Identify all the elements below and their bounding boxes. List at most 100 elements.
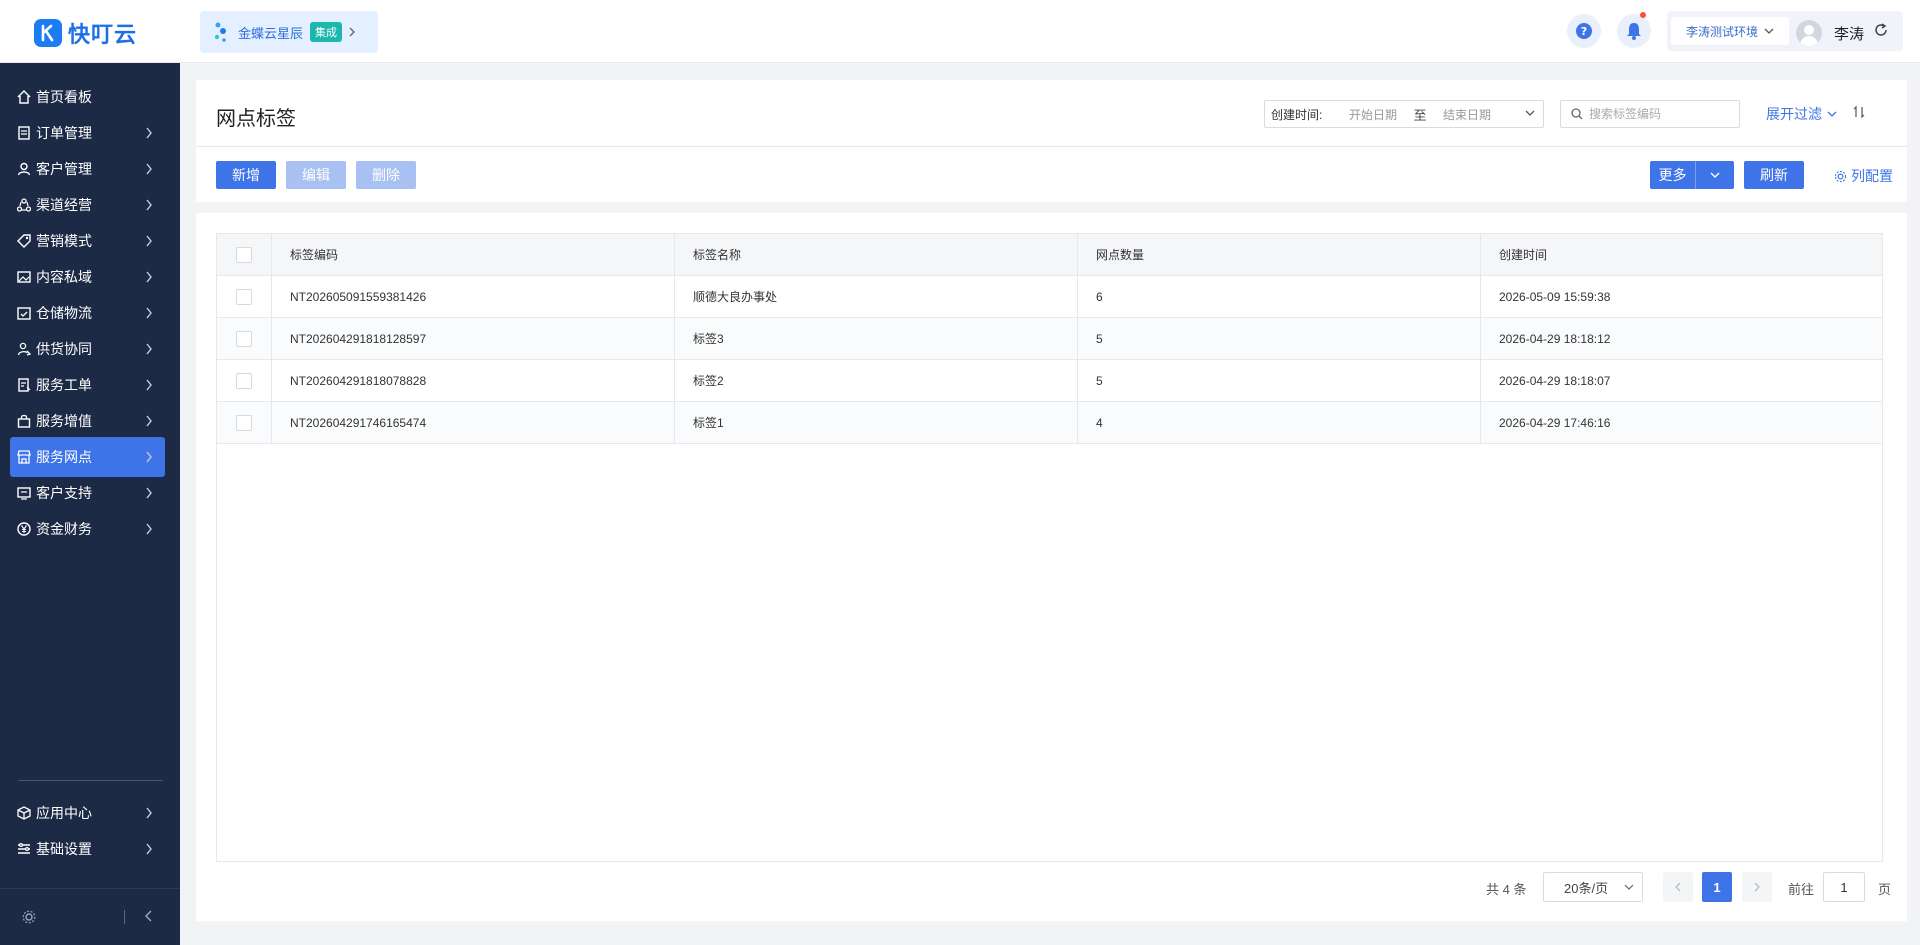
help-button[interactable]: ? bbox=[1567, 14, 1601, 48]
partner-integration-button[interactable]: 金蝶云星辰 集成 bbox=[200, 11, 378, 53]
supply-icon bbox=[17, 342, 31, 356]
chevron-right-icon bbox=[145, 306, 153, 322]
end-date-field[interactable]: 结束日期 bbox=[1429, 106, 1509, 123]
row-checkbox[interactable] bbox=[236, 414, 252, 431]
chevron-right-icon bbox=[145, 806, 153, 822]
created-time-cell: 2026-04-29 17:46:16 bbox=[1499, 415, 1611, 430]
prev-page-button[interactable] bbox=[1663, 872, 1693, 902]
delete-button[interactable]: 删除 bbox=[356, 161, 416, 189]
notification-button[interactable] bbox=[1617, 12, 1651, 48]
bell-icon bbox=[1627, 23, 1641, 40]
user-area: 李涛测试环境 李涛 bbox=[1667, 11, 1903, 51]
sidebar-item-warehouse[interactable]: 仓储物流 bbox=[10, 293, 165, 333]
sidebar-item-bag[interactable]: 服务增值 bbox=[10, 401, 165, 441]
refresh-icon[interactable] bbox=[1873, 22, 1889, 38]
chevron-right-icon bbox=[145, 198, 153, 214]
row-checkbox[interactable] bbox=[236, 288, 252, 305]
chevron-right-icon bbox=[145, 450, 153, 466]
table-row[interactable]: NT202604291818128597 标签3 5 2026-04-29 18:18… bbox=[217, 318, 1882, 360]
column-header[interactable]: 标签名称 bbox=[675, 234, 1078, 275]
sidebar-item-workorder[interactable]: 服务工单 bbox=[10, 365, 165, 405]
settings-gear-icon[interactable] bbox=[22, 910, 36, 924]
chevron-down-icon[interactable] bbox=[1696, 161, 1734, 189]
sidebar-item-label: 应用中心 bbox=[36, 805, 92, 821]
table-row[interactable]: NT202604291746165474 标签1 4 2026-04-29 17:46… bbox=[217, 402, 1882, 444]
sidebar-item-label: 服务工单 bbox=[36, 377, 92, 393]
search-icon bbox=[1571, 108, 1583, 120]
column-config-button[interactable]: 列配置 bbox=[1834, 166, 1893, 186]
sidebar-item-customer[interactable]: 客户管理 bbox=[10, 149, 165, 189]
start-date-field[interactable]: 开始日期 bbox=[1341, 106, 1411, 123]
chevron-down-icon bbox=[1827, 111, 1837, 117]
sidebar-item-home[interactable]: 首页看板 bbox=[10, 77, 165, 117]
expand-filter-button[interactable]: 展开过滤 bbox=[1766, 104, 1838, 124]
search-input[interactable] bbox=[1589, 107, 1729, 121]
row-checkbox[interactable] bbox=[236, 372, 252, 389]
table-row[interactable]: NT202605091559381426 顺德大良办事处 6 2026-05-09 1… bbox=[217, 276, 1882, 318]
data-table: 标签编码 标签名称 网点数量 创建时间 NT202605091559381426… bbox=[216, 233, 1883, 862]
chevron-down-icon bbox=[1624, 884, 1634, 890]
goto-page-input[interactable] bbox=[1823, 872, 1865, 902]
support-icon bbox=[17, 486, 31, 500]
sidebar-item-channel[interactable]: 渠道经营 bbox=[10, 185, 165, 225]
sort-icon[interactable] bbox=[1852, 105, 1866, 119]
created-date-range[interactable]: 创建时间: 开始日期 至 结束日期 bbox=[1264, 100, 1544, 128]
tag-code-cell: NT202604291818128597 bbox=[272, 318, 675, 359]
app-logo[interactable]: 快叮云 bbox=[34, 17, 137, 49]
collapse-sidebar-icon[interactable] bbox=[144, 909, 154, 923]
row-checkbox-cell bbox=[217, 402, 272, 443]
next-page-button[interactable] bbox=[1742, 872, 1772, 902]
env-select[interactable]: 李涛测试环境 bbox=[1671, 17, 1789, 45]
sidebar-item-label: 内容私域 bbox=[36, 269, 92, 285]
row-checkbox[interactable] bbox=[236, 330, 252, 347]
more-dropdown-button[interactable]: 更多 bbox=[1650, 161, 1734, 189]
logo-icon bbox=[34, 19, 62, 47]
column-header[interactable]: 网点数量 bbox=[1078, 234, 1481, 275]
home-icon bbox=[17, 90, 31, 104]
cube-icon bbox=[17, 806, 31, 820]
total-count: 共 4 条 bbox=[1486, 882, 1527, 897]
sidebar-item-image[interactable]: 内容私域 bbox=[10, 257, 165, 297]
page-size-value: 20条/页 bbox=[1564, 880, 1609, 896]
workorder-icon bbox=[17, 378, 31, 392]
channel-icon bbox=[17, 198, 31, 212]
page-number-button[interactable]: 1 bbox=[1702, 872, 1732, 902]
chevron-down-icon bbox=[1764, 28, 1774, 34]
image-icon bbox=[17, 270, 31, 284]
add-button[interactable]: 新增 bbox=[216, 161, 276, 189]
row-checkbox-cell bbox=[217, 360, 272, 401]
page-size-select[interactable]: 20条/页 bbox=[1543, 872, 1643, 902]
table-header-row: 标签编码 标签名称 网点数量 创建时间 bbox=[217, 234, 1882, 276]
header-checkbox-cell bbox=[217, 234, 272, 275]
tag-code-cell: NT202604291746165474 bbox=[272, 402, 675, 443]
tag-name-cell: 标签2 bbox=[675, 360, 1078, 401]
edit-button[interactable]: 编辑 bbox=[286, 161, 346, 189]
column-header[interactable]: 创建时间 bbox=[1481, 234, 1882, 275]
chevron-right-icon bbox=[145, 270, 153, 286]
integration-badge: 集成 bbox=[310, 22, 343, 42]
logo-text: 快叮云 bbox=[68, 22, 138, 47]
sidebar-item-store[interactable]: 服务网点 bbox=[10, 437, 165, 477]
sidebar-item-cube[interactable]: 应用中心 bbox=[10, 793, 165, 833]
select-all-checkbox[interactable] bbox=[236, 246, 252, 263]
sidebar-divider bbox=[18, 780, 163, 781]
sidebar-item-settings-list[interactable]: 基础设置 bbox=[10, 829, 165, 869]
avatar[interactable] bbox=[1796, 20, 1822, 46]
row-checkbox-cell bbox=[217, 318, 272, 359]
column-header[interactable]: 标签编码 bbox=[272, 234, 675, 275]
date-range-label: 创建时间: bbox=[1271, 107, 1323, 122]
sidebar-item-support[interactable]: 客户支持 bbox=[10, 473, 165, 513]
sidebar-item-supply[interactable]: 供货协同 bbox=[10, 329, 165, 369]
table-row[interactable]: NT202604291818078828 标签2 5 2026-04-29 18:18… bbox=[217, 360, 1882, 402]
refresh-button[interactable]: 刷新 bbox=[1744, 161, 1804, 189]
outlet-count-cell: 5 bbox=[1078, 318, 1481, 359]
search-box[interactable] bbox=[1560, 100, 1740, 128]
sidebar-item-label: 服务增值 bbox=[36, 413, 92, 429]
page-header: 网点标签 创建时间: 开始日期 至 结束日期 展开过滤 新增 编辑 删除 更多 … bbox=[196, 80, 1907, 202]
chevron-right-icon bbox=[145, 126, 153, 142]
user-name[interactable]: 李涛 bbox=[1834, 23, 1864, 44]
sidebar-item-tag[interactable]: 营销模式 bbox=[10, 221, 165, 261]
svg-text:?: ? bbox=[1581, 25, 1587, 38]
sidebar-item-order[interactable]: 订单管理 bbox=[10, 113, 165, 153]
sidebar-item-yen[interactable]: 资金财务 bbox=[10, 509, 165, 549]
